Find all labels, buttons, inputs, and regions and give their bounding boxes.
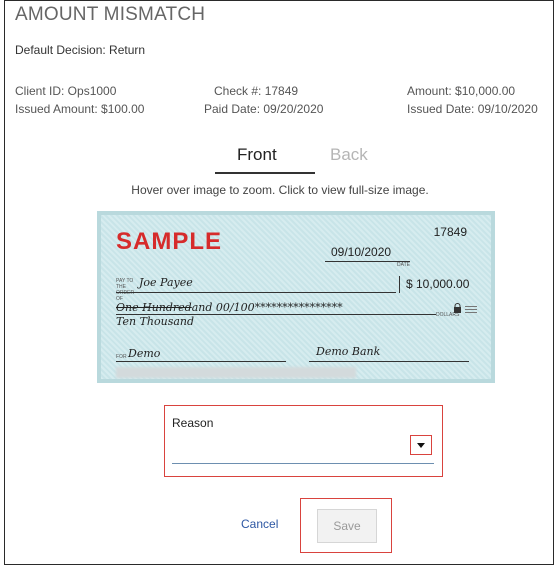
save-button[interactable]: Save bbox=[317, 509, 377, 543]
payee-line bbox=[116, 292, 396, 293]
memo-line bbox=[116, 361, 286, 362]
caret-down-icon bbox=[417, 443, 425, 448]
amount-box-divider bbox=[399, 276, 400, 293]
zoom-hint: Hover over image to zoom. Click to view … bbox=[131, 183, 429, 197]
save-button-highlight: Save bbox=[300, 498, 392, 553]
amount-mismatch-panel: AMOUNT MISMATCH Default Decision: Return… bbox=[4, 0, 554, 565]
issued-amount: Issued Amount: $100.00 bbox=[15, 102, 145, 116]
check-payee: Joe Payee bbox=[139, 276, 193, 289]
tab-back[interactable]: Back bbox=[330, 145, 368, 165]
check-memo: Demo bbox=[128, 347, 161, 360]
check-signature: Demo Bank bbox=[316, 345, 381, 358]
date-caption: DATE bbox=[397, 262, 410, 268]
check-number: Check #: 17849 bbox=[214, 84, 299, 98]
active-tab-indicator bbox=[215, 172, 315, 174]
reason-dropdown-button[interactable] bbox=[410, 435, 432, 455]
memo-caption: FOR bbox=[116, 354, 127, 360]
reason-select[interactable] bbox=[172, 431, 434, 464]
page-title: AMOUNT MISMATCH bbox=[15, 4, 206, 25]
micr-line-redacted bbox=[116, 367, 356, 378]
sample-watermark: SAMPLE bbox=[116, 228, 223, 255]
reason-label: Reason bbox=[172, 416, 214, 430]
image-side-tabs: Front Back bbox=[5, 145, 553, 175]
paid-date: Paid Date: 09/20/2020 bbox=[204, 102, 324, 116]
check-image-date: 09/10/2020 bbox=[331, 245, 392, 259]
reason-field-highlight: Reason bbox=[164, 405, 443, 477]
amount-words: One Hundredand 00/100**************** bbox=[116, 301, 343, 314]
tab-front[interactable]: Front bbox=[237, 145, 277, 165]
client-id: Client ID: Ops1000 bbox=[15, 84, 117, 98]
amount-words-rest: and 00/100**************** bbox=[191, 301, 343, 314]
issued-date: Issued Date: 09/10/2020 bbox=[407, 102, 538, 116]
check-image-number: 17849 bbox=[433, 225, 467, 239]
pay-to-caption: PAY TO THE ORDER OF bbox=[116, 278, 135, 302]
check-image[interactable]: SAMPLE 17849 09/10/2020 DATE PAY TO THE … bbox=[97, 211, 495, 383]
check-amount: $ 10,000.00 bbox=[406, 277, 470, 291]
amount: Amount: $10,000.00 bbox=[407, 84, 516, 98]
amount-words-correction: Ten Thousand bbox=[116, 315, 195, 328]
signature-line bbox=[309, 361, 469, 362]
security-features-icon bbox=[465, 304, 477, 313]
amount-words-struck: One Hundred bbox=[116, 301, 192, 314]
lock-icon bbox=[454, 303, 461, 313]
cancel-button[interactable]: Cancel bbox=[241, 517, 278, 531]
default-decision: Default Decision: Return bbox=[15, 43, 146, 57]
